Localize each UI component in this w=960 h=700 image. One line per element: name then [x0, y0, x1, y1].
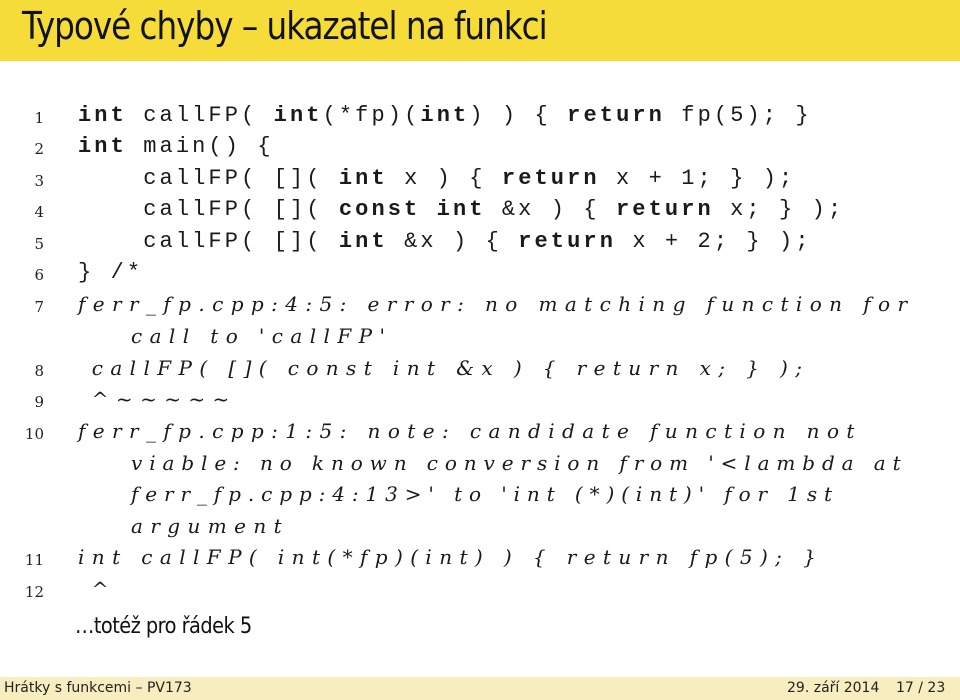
- line-number: 10: [24, 425, 44, 443]
- compiler-output-text: ferr_fp.cpp:4:5: error: no matching func…: [78, 292, 915, 316]
- line-number: 4: [34, 203, 44, 221]
- line-number: 11: [24, 551, 44, 569]
- compiler-output-text: ferr_fp.cpp:4:13>' to 'int (*)(int)' for…: [131, 482, 839, 506]
- code-token: fp(5); }: [664, 103, 812, 128]
- footer-page-number: 17 / 23: [896, 680, 946, 696]
- code-keyword: return: [616, 197, 714, 222]
- code-text: int callFP( int(*fp)(int) ) { return fp(…: [78, 103, 812, 128]
- code-token: x; } );: [713, 197, 845, 222]
- compiler-output-text: call to 'callFP': [131, 324, 393, 348]
- footnote: …totéž pro řádek 5: [75, 614, 252, 639]
- code-token: &x ) {: [387, 229, 519, 254]
- code-text: callFP( []( int x ) { return x + 1; } );: [78, 166, 795, 191]
- code-token: callFP( [](: [78, 229, 339, 254]
- code-token: callFP( [](: [78, 197, 339, 222]
- code-keyword: const int: [338, 197, 486, 222]
- code-text: int main() {: [78, 134, 274, 159]
- footer-course: Hrátky s funkcemi – PV173: [4, 680, 192, 696]
- compiler-output-text: callFP( []( const int &x ) { return x; }…: [78, 356, 810, 380]
- title-bar: Typové chyby – ukazatel na funkci: [0, 0, 960, 61]
- line-number: 12: [24, 583, 44, 601]
- code-token: &x ) {: [485, 197, 616, 222]
- code-keyword: return: [518, 229, 617, 254]
- footer-bar: Hrátky s funkcemi – PV173 29. září 2014 …: [0, 677, 960, 700]
- code-keyword: int: [420, 103, 470, 128]
- code-text: } /*: [78, 260, 143, 285]
- compiler-output-text: argument: [131, 514, 290, 538]
- code-keyword: int: [273, 103, 323, 128]
- line-number: 3: [34, 172, 44, 190]
- code-token: x + 1; } );: [599, 166, 796, 191]
- code-token: x ) {: [387, 166, 502, 191]
- code-text: callFP( []( const int &x ) { return x; }…: [78, 197, 844, 222]
- compiler-output-text: ferr_fp.cpp:1:5: note: candidate functio…: [78, 419, 862, 443]
- line-number: 2: [34, 140, 44, 158]
- slide-title: Typové chyby – ukazatel na funkci: [22, 4, 548, 48]
- line-number: 6: [34, 266, 44, 284]
- footer-date: 29. září 2014: [787, 680, 880, 696]
- code-token: main() {: [126, 134, 274, 159]
- code-keyword: return: [501, 166, 600, 191]
- code-keyword: int: [338, 229, 388, 254]
- code-token: callFP( [](: [78, 166, 339, 191]
- line-number: 9: [34, 393, 44, 411]
- code-text: callFP( []( int &x ) { return x + 2; } )…: [78, 229, 812, 254]
- code-keyword: int: [338, 166, 388, 191]
- code-token: (*fp)(: [322, 103, 421, 128]
- code-keyword: int: [78, 134, 127, 159]
- code-token: x + 2; } );: [616, 229, 812, 254]
- compiler-output-text: ^~~~~~: [78, 387, 237, 411]
- compiler-output-text: viable: no known conversion from '<lambd…: [131, 451, 908, 475]
- line-number: 8: [34, 362, 44, 380]
- code-keyword: return: [567, 103, 665, 128]
- line-number: 5: [34, 235, 44, 253]
- compiler-output-text: int callFP( int(*fp)(int) ) { return fp(…: [78, 545, 824, 569]
- line-number: 1: [34, 109, 44, 127]
- code-keyword: int: [78, 103, 127, 128]
- code-token: ) ) {: [469, 103, 568, 128]
- code-token: } /*: [78, 260, 144, 285]
- code-token: callFP(: [126, 103, 274, 128]
- compiler-output-text: ^: [78, 577, 116, 601]
- line-number: 7: [34, 298, 44, 316]
